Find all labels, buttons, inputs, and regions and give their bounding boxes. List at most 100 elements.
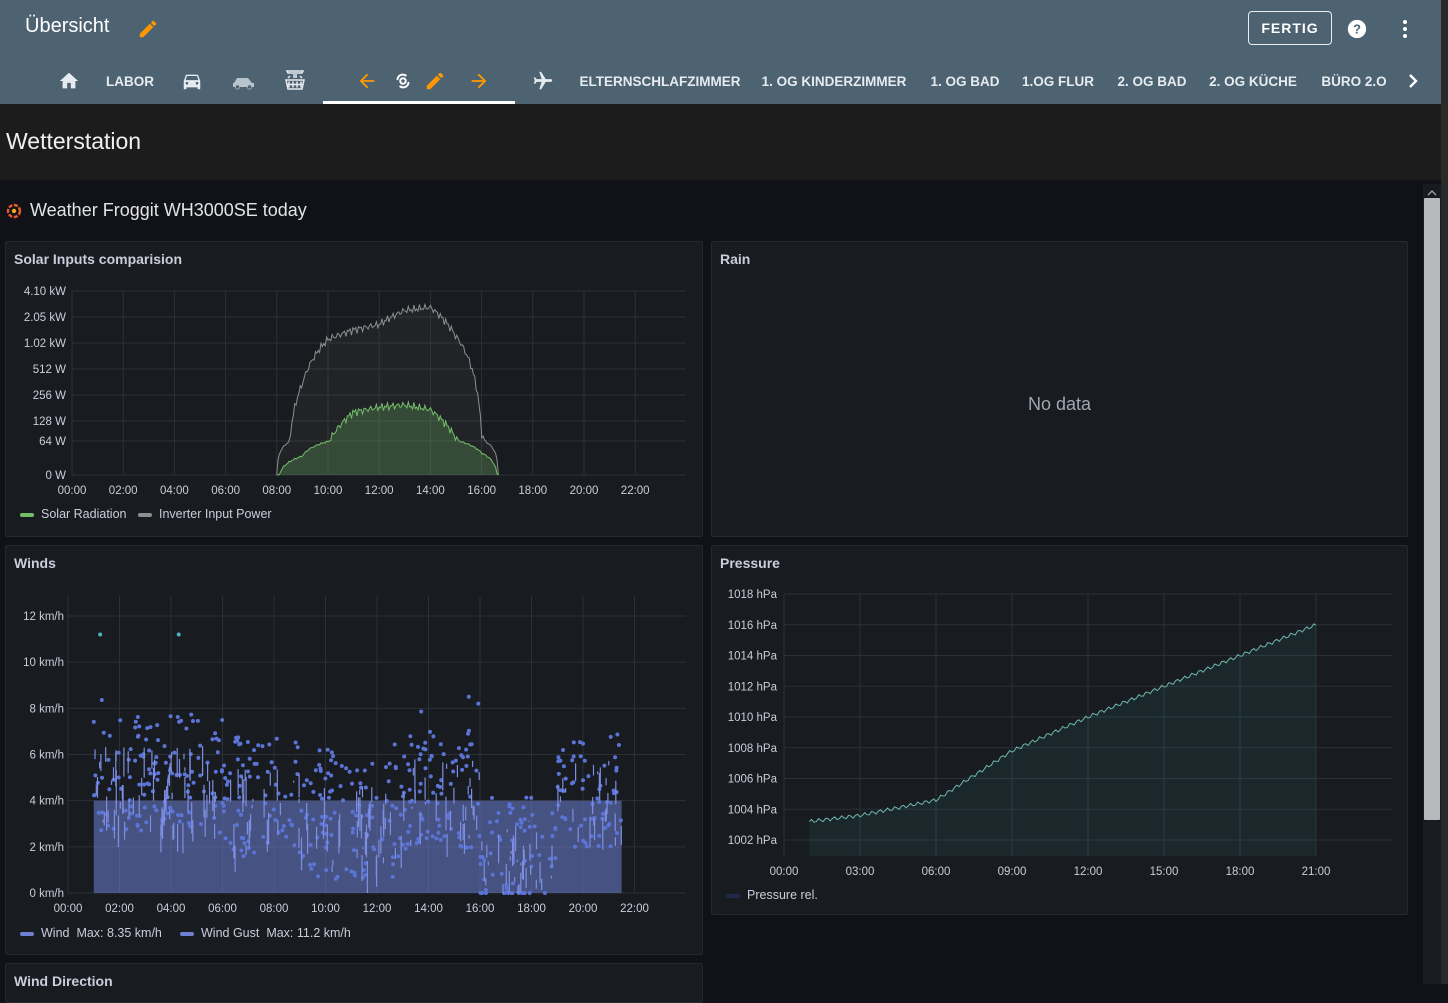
wind-gust-point <box>431 734 436 739</box>
wind-gust-point <box>168 714 173 719</box>
tab-2og-bad[interactable]: 2. OG BAD <box>1110 58 1194 104</box>
wind-gust-point <box>556 771 561 776</box>
tab-car-icon[interactable] <box>180 58 204 104</box>
tab-elternschlafzimmer[interactable]: ELTERNSCHLAFZIMMER <box>574 58 746 104</box>
wind-gust-point <box>563 776 568 781</box>
scroll-up-arrow-icon[interactable] <box>1427 184 1437 202</box>
scrollbar-thumb[interactable] <box>1424 198 1440 820</box>
solar-y-tick: 128 W <box>33 416 66 428</box>
tab-home-icon[interactable] <box>56 58 82 104</box>
edit-view-pencil-icon[interactable] <box>423 58 447 104</box>
wind-gust-point <box>351 826 356 831</box>
tab-1og-kinderzimmer[interactable]: 1. OG KINDERZIMMER <box>756 58 912 104</box>
wind-gust-point <box>480 855 485 859</box>
wind-gust-point <box>438 837 443 842</box>
edit-title-pencil-icon[interactable] <box>137 18 159 45</box>
wind-gust-point <box>460 767 465 772</box>
wind-gust-point <box>196 755 201 760</box>
wind-gust-point <box>147 767 151 772</box>
wind-gust-point <box>524 795 529 800</box>
move-left-arrow-icon[interactable] <box>355 58 379 104</box>
wind-gust-point <box>573 844 577 849</box>
wind-gust-point <box>339 764 344 768</box>
solar-x-tick: 06:00 <box>211 485 240 497</box>
tab-1og-flur[interactable]: 1.OG FLUR <box>1016 58 1100 104</box>
wind-gust-point <box>392 742 397 747</box>
tabs-scroll-right-icon[interactable] <box>1402 58 1424 104</box>
wind-gust-point <box>139 828 144 833</box>
wind-gust-point <box>568 827 573 832</box>
legend-label: Wind Gust <box>201 926 260 940</box>
wind-gust-point <box>490 872 495 877</box>
pressure-x-tick: 06:00 <box>922 866 951 878</box>
wind-gust-point <box>154 808 159 813</box>
move-right-arrow-icon[interactable] <box>467 58 491 104</box>
wind-gust-point <box>311 789 316 794</box>
wind-gust-point <box>514 822 519 827</box>
wind-gust-point <box>350 830 355 835</box>
solar-x-tick: 04:00 <box>160 485 189 497</box>
tab-labor[interactable]: LABOR <box>100 58 160 104</box>
wind-gust-point <box>107 787 112 792</box>
legend-pressure[interactable]: Pressure rel. <box>726 888 818 902</box>
wind-gust-point <box>561 764 566 769</box>
wind-gust-point <box>118 718 123 723</box>
panel-pressure: Pressure 1018 hPa 1016 hPa 1014 hPa 1012 hP… <box>711 545 1408 915</box>
wind-gust-point <box>222 763 227 768</box>
wind-gust-point <box>519 820 524 825</box>
wind-gust-point <box>188 795 193 800</box>
pressure-series-area <box>809 623 1316 856</box>
wind-gust-point <box>584 844 589 849</box>
wind-gust-point <box>464 747 469 752</box>
tab-2og-kueche[interactable]: 2. OG KÜCHE <box>1202 58 1304 104</box>
tab-airplane-icon[interactable] <box>530 58 556 104</box>
help-icon[interactable]: ? <box>1346 18 1368 45</box>
wind-gust-point <box>152 804 157 809</box>
wind-gust-point <box>614 765 619 770</box>
wind-gust-point <box>480 891 485 895</box>
wind-gust-point <box>186 783 191 788</box>
wind-gust-point <box>252 850 257 855</box>
pressure-x-tick: 03:00 <box>846 866 875 878</box>
wind-gust-point <box>175 715 180 719</box>
legend-solar-radiation[interactable]: Solar Radiation <box>20 507 126 521</box>
tab-solar-panel-icon[interactable] <box>282 58 308 104</box>
wind-gust-point <box>99 698 104 702</box>
wind-gust-point <box>127 798 132 803</box>
wind-gust-point <box>320 796 324 801</box>
wind-gust-point <box>532 824 537 829</box>
legend-wind-gust[interactable]: Wind Gust Max: 11.2 km/h <box>180 926 351 940</box>
wind-gust-point <box>198 773 203 778</box>
wind-gust-point <box>615 732 620 737</box>
wind-gust-point <box>238 741 243 746</box>
wind-gust-point <box>123 808 128 813</box>
wind-gust-point <box>406 762 411 767</box>
tab-weather-hurricane-icon[interactable] <box>391 58 415 104</box>
done-button[interactable]: FERTIG <box>1248 11 1332 45</box>
solar-y-tick: 1.02 kW <box>24 338 66 350</box>
tab-buero[interactable]: BÜRO 2.O <box>1314 58 1394 104</box>
wind-gust-point <box>135 715 140 719</box>
wind-gust-point <box>329 758 334 763</box>
wind-gust-point <box>450 760 455 765</box>
more-vert-icon[interactable] <box>1395 18 1415 45</box>
wind-gust-point <box>100 775 104 780</box>
wind-gust-point <box>272 765 277 770</box>
tab-car-side-icon[interactable] <box>230 58 258 104</box>
wind-gust-point <box>214 736 219 741</box>
wind-gust-point <box>386 779 391 784</box>
wind-gust-point <box>427 757 432 762</box>
wind-gust-point <box>199 822 203 826</box>
wind-gust-point <box>289 822 294 827</box>
wind-gust-point <box>362 768 367 773</box>
tab-1og-bad[interactable]: 1. OG BAD <box>922 58 1008 104</box>
wind-gust-point <box>224 782 229 787</box>
solar-x-tick: 18:00 <box>518 485 547 497</box>
legend-wind[interactable]: Wind Max: 8.35 km/h <box>20 926 162 940</box>
wind-gust-point <box>134 813 139 818</box>
wind-gust-point <box>608 800 613 805</box>
grafana-logo-icon <box>5 202 23 225</box>
solar-y-tick: 2.05 kW <box>24 312 66 324</box>
wind-gust-point <box>408 824 413 828</box>
legend-inverter-power[interactable]: Inverter Input Power <box>138 507 272 521</box>
